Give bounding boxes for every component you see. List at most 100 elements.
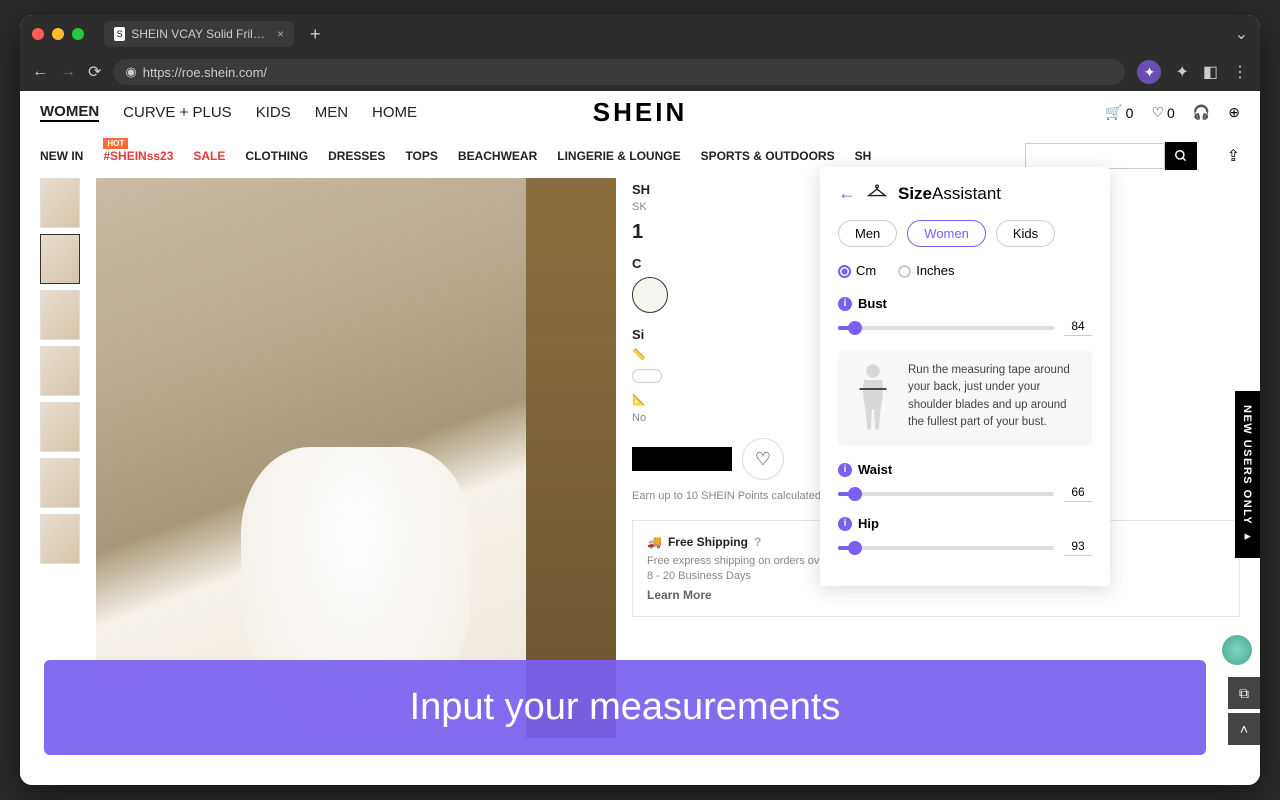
size-button[interactable] [632,369,662,383]
measure-hip: iHip 93 [838,516,1092,556]
thumbnail[interactable] [40,346,80,396]
subnav-more[interactable]: SH [855,149,872,163]
subnav-sports[interactable]: SPORTS & OUTDOORS [701,149,835,163]
tab-kids[interactable]: Kids [996,220,1055,247]
hip-value[interactable]: 93 [1064,539,1092,556]
close-window[interactable] [32,28,44,40]
thumbnail[interactable] [40,290,80,340]
subnav-newin[interactable]: NEW IN [40,149,83,163]
cart-icon[interactable]: 🛒0 [1105,104,1133,121]
window-controls [32,28,84,40]
info-icon[interactable]: i [838,517,852,531]
thumbnail[interactable] [40,234,80,284]
side-buttons: ⧉ ˄ [1228,677,1260,745]
url-bar: ← → ⟳ ◉ https://roe.shein.com/ ✦ ✦ ◧ ⋮ [20,53,1260,91]
thumbnail-list [40,178,80,738]
minimize-window[interactable] [52,28,64,40]
tab-women[interactable]: Women [907,220,986,247]
search-box [1025,142,1197,170]
bust-slider[interactable] [838,326,1054,330]
promo-badge-icon[interactable] [1222,635,1252,665]
thumbnail[interactable] [40,402,80,452]
nav-curve[interactable]: CURVE + PLUS [123,104,232,121]
browser-window: S SHEIN VCAY Solid Frill Trim Sh × + ⌄ ←… [20,15,1260,785]
unit-inches[interactable]: Inches [898,263,954,278]
favicon: S [114,27,125,41]
back-arrow-icon[interactable]: ← [838,183,856,204]
scroll-top-button[interactable]: ˄ [1228,713,1260,745]
subnav-dresses[interactable]: DRESSES [328,149,385,163]
extensions-icon[interactable]: ✦ [1175,62,1188,82]
radio-on-icon [838,265,851,278]
subnav-sheinss23[interactable]: HOT #SHEINss23 [103,149,173,163]
panel-title: SizeAssistant [898,184,1001,204]
back-button[interactable]: ← [32,63,48,81]
measure-waist: iWaist 66 [838,462,1092,502]
top-nav: WOMEN CURVE + PLUS KIDS MEN HOME SHEIN 🛒… [20,91,1260,134]
page-content: WOMEN CURVE + PLUS KIDS MEN HOME SHEIN 🛒… [20,91,1260,785]
measurement-tip: Run the measuring tape around your back,… [838,350,1092,446]
nav-kids[interactable]: KIDS [256,104,291,121]
color-swatch[interactable] [632,277,668,313]
nav-men[interactable]: MEN [315,104,348,121]
subnav-clothing[interactable]: CLOTHING [245,149,308,163]
nav-home[interactable]: HOME [372,104,417,121]
add-to-cart-button[interactable] [632,447,732,471]
subnav-beachwear[interactable]: BEACHWEAR [458,149,537,163]
radio-off-icon [898,265,911,278]
nav-women[interactable]: WOMEN [40,103,99,122]
globe-icon[interactable]: ⊕ [1228,104,1240,121]
thumbnail[interactable] [40,178,80,228]
extension-icon[interactable]: ✦ [1137,60,1161,84]
browser-tab[interactable]: S SHEIN VCAY Solid Frill Trim Sh × [104,21,294,47]
forward-button[interactable]: → [60,63,76,81]
search-icon [1174,149,1188,163]
unit-selector: Cm Inches [838,263,1092,278]
reload-button[interactable]: ⟳ [88,62,101,82]
hot-badge: HOT [103,138,128,149]
hanger-icon [866,183,888,204]
share-icon[interactable]: ⇪ [1227,146,1240,166]
toolbar-icons: ✦ ✦ ◧ ⋮ [1137,60,1248,84]
maximize-window[interactable] [72,28,84,40]
subnav-sale[interactable]: SALE [193,149,225,163]
unit-cm[interactable]: Cm [838,263,876,278]
lock-icon: ◉ [125,64,136,80]
new-users-tab[interactable]: NEW USERS ONLY ▸ [1235,391,1260,558]
bust-value[interactable]: 84 [1064,319,1092,336]
hip-slider[interactable] [838,546,1054,550]
tab-men[interactable]: Men [838,220,897,247]
wishlist-button[interactable]: ♡ [742,438,784,480]
new-tab-button[interactable]: + [310,24,321,45]
header-icons: 🛒0 ♡0 🎧 ⊕ [1105,104,1240,121]
body-diagram-icon [850,362,896,434]
subnav-tops[interactable]: TOPS [405,149,437,163]
waist-slider[interactable] [838,492,1054,496]
chevron-down-icon[interactable]: ⌄ [1235,24,1248,44]
size-assistant-panel: ← SizeAssistant Men Women Kids Cm Inches… [820,167,1110,586]
thumbnail[interactable] [40,458,80,508]
subnav-lingerie[interactable]: LINGERIE & LOUNGE [557,149,680,163]
waist-value[interactable]: 66 [1064,485,1092,502]
search-input[interactable] [1025,143,1165,169]
address-bar[interactable]: ◉ https://roe.shein.com/ [113,59,1125,85]
learn-more-link[interactable]: Learn More [647,588,1225,602]
menu-icon[interactable]: ⋮ [1232,62,1248,82]
panel-icon[interactable]: ◧ [1203,62,1218,82]
support-icon[interactable]: 🎧 [1193,104,1210,121]
truck-icon: 🚚 [647,535,662,549]
info-icon[interactable]: i [838,463,852,477]
site-logo[interactable]: SHEIN [593,97,687,128]
search-button[interactable] [1165,142,1197,170]
help-icon[interactable]: ? [754,535,761,549]
url-text: https://roe.shein.com/ [143,65,267,80]
feedback-button[interactable]: ⧉ [1228,677,1260,709]
measure-bust: iBust 84 [838,296,1092,336]
tab-title: SHEIN VCAY Solid Frill Trim Sh [131,27,267,41]
thumbnail[interactable] [40,514,80,564]
info-icon[interactable]: i [838,297,852,311]
close-tab-icon[interactable]: × [277,27,284,41]
overlay-banner: Input your measurements [44,660,1206,755]
product-image[interactable] [96,178,616,738]
wishlist-icon[interactable]: ♡0 [1151,104,1174,121]
